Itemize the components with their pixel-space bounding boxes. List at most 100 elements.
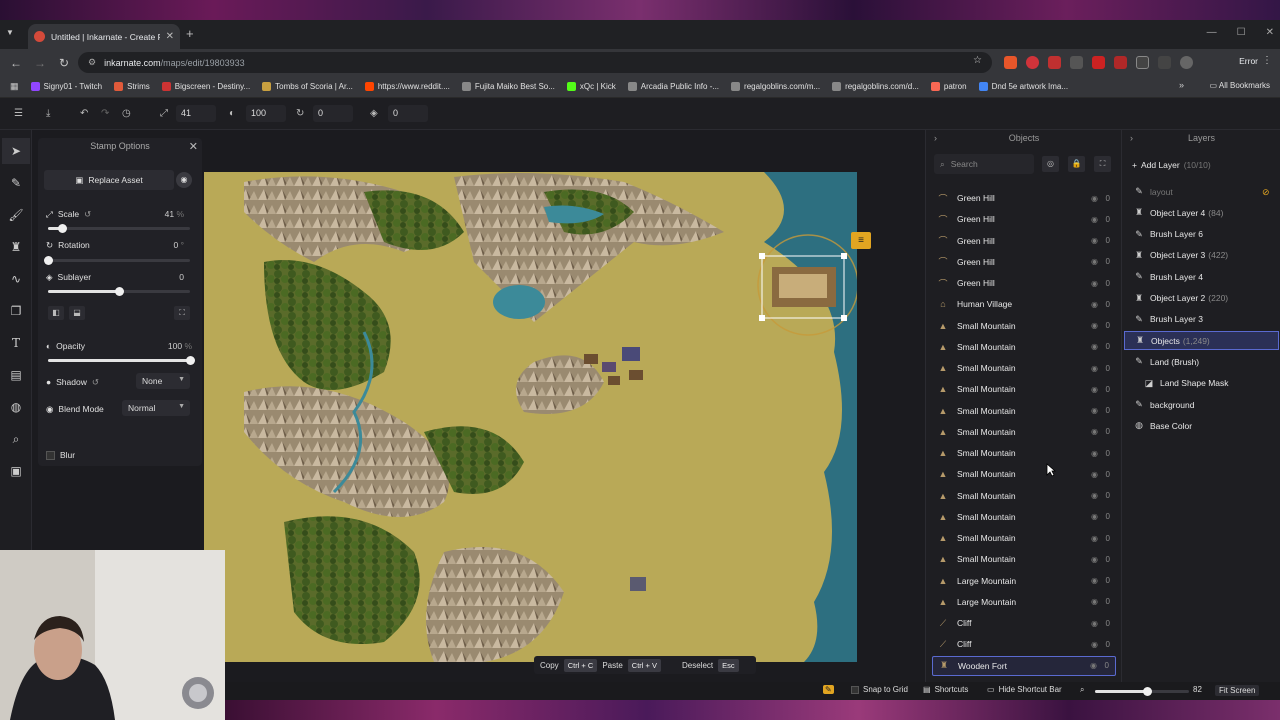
visibility-icon[interactable]: ◉: [1091, 321, 1098, 330]
object-row[interactable]: ▲ Small Mountain ◉ 0: [932, 507, 1116, 527]
bookmark-item[interactable]: Signy01 - Twitch: [30, 82, 102, 91]
object-row[interactable]: ▲ Small Mountain ◉ 0: [932, 422, 1116, 442]
visibility-icon[interactable]: ◉: [1091, 279, 1098, 288]
layer-row[interactable]: ♜ Objects (1,249): [1124, 331, 1279, 351]
object-row[interactable]: ▲ Small Mountain ◉ 0: [932, 486, 1116, 506]
layer-row[interactable]: ✎ layout: [1124, 182, 1279, 201]
object-row[interactable]: ♜ Wooden Fort ◉ 0: [932, 655, 1116, 676]
deselect-label[interactable]: Deselect: [682, 661, 713, 670]
visibility-icon[interactable]: ◉: [1091, 534, 1098, 543]
scale-slider-handle[interactable]: [58, 224, 68, 233]
forward-icon[interactable]: →: [28, 56, 52, 70]
fantasy-map[interactable]: [204, 172, 857, 662]
flip-horizontal-icon[interactable]: ◧: [48, 306, 64, 320]
object-row[interactable]: ▲ Small Mountain ◉ 0: [932, 528, 1116, 548]
bookmark-item[interactable]: Dnd 5e artwork Ima...: [978, 82, 1068, 91]
flip-vertical-icon[interactable]: ⬓: [69, 306, 85, 320]
object-row[interactable]: ⌒ Green Hill ◉ 0: [932, 273, 1116, 293]
object-row[interactable]: ▲ Small Mountain ◉ 0: [932, 401, 1116, 421]
extension-icon[interactable]: [1004, 56, 1017, 69]
globe-tool-icon[interactable]: ◍: [7, 398, 25, 416]
shadow-select[interactable]: None ▼: [136, 373, 190, 389]
object-row[interactable]: ▲ Small Mountain ◉ 0: [932, 464, 1116, 484]
snap-checkbox[interactable]: [851, 685, 859, 694]
rotation-slider[interactable]: [44, 256, 190, 265]
visibility-icon[interactable]: ◉: [1091, 215, 1098, 224]
hidden-layer-icon[interactable]: ⊘: [1262, 187, 1270, 198]
error-button[interactable]: Error: [1239, 56, 1258, 66]
visibility-icon[interactable]: ◉: [1091, 364, 1098, 373]
object-row[interactable]: ▲ Small Mountain ◉ 0: [932, 549, 1116, 569]
apps-grid-icon[interactable]: ▦: [10, 81, 19, 92]
replace-asset-button[interactable]: ▣ Replace Asset: [44, 170, 174, 190]
extension-icon[interactable]: [1048, 56, 1061, 69]
visibility-icon[interactable]: ◉: [1091, 449, 1098, 458]
crop-icon[interactable]: ⛶: [174, 306, 190, 320]
layer-row[interactable]: ✎ Brush Layer 4: [1124, 267, 1279, 286]
asset-picker-icon[interactable]: ◉: [176, 172, 192, 188]
layer-row[interactable]: ◍ Base Color: [1124, 416, 1279, 435]
visibility-icon[interactable]: ◉: [1091, 576, 1098, 585]
bookmark-item[interactable]: Fujita Maiko Best So...: [461, 82, 555, 91]
fit-screen-button[interactable]: Fit Screen: [1215, 685, 1260, 696]
layer-row[interactable]: ♜ Object Layer 2 (220): [1124, 289, 1279, 308]
layer-row[interactable]: ✎ Brush Layer 3: [1124, 310, 1279, 329]
zoom-slider[interactable]: [1095, 687, 1189, 696]
tab-search-icon[interactable]: ▼: [6, 28, 14, 37]
url-field[interactable]: ⚙ inkarnate.com/maps/edit/19803933 ☆: [78, 52, 992, 73]
minimize-icon[interactable]: —: [1207, 27, 1217, 38]
bookmark-item[interactable]: regalgoblins.com/d...: [832, 82, 919, 91]
object-row[interactable]: ▲ Small Mountain ◉ 0: [932, 337, 1116, 357]
object-row[interactable]: ⌒ Green Hill ◉ 0: [932, 188, 1116, 208]
lock-icon[interactable]: 🔒: [1068, 156, 1085, 172]
all-bookmarks-button[interactable]: ▭ All Bookmarks: [1210, 81, 1270, 90]
paint-tool-icon[interactable]: 🖌: [7, 206, 25, 224]
browser-menu-icon[interactable]: ⋮: [1262, 55, 1272, 66]
opacity-slider[interactable]: [48, 356, 195, 365]
rotation-value[interactable]: 0 °: [173, 240, 184, 250]
reset-scale-icon[interactable]: ↺: [84, 209, 91, 220]
opacity-value[interactable]: 100 %: [168, 341, 192, 351]
object-row[interactable]: ▲ Small Mountain ◉ 0: [932, 379, 1116, 399]
layer-row[interactable]: ♜ Object Layer 3 (422): [1124, 246, 1279, 265]
visibility-icon[interactable]: ◉: [1091, 555, 1098, 564]
magic-wand-icon[interactable]: ✎: [823, 685, 834, 694]
sublayer-slider[interactable]: [48, 287, 190, 296]
extension-icon[interactable]: [1114, 56, 1127, 69]
object-row[interactable]: ▲ Large Mountain ◉ 0: [932, 592, 1116, 612]
zoom-tool-icon[interactable]: ⌕: [7, 430, 25, 448]
tab-close-icon[interactable]: ✕: [166, 31, 174, 42]
visibility-icon[interactable]: ◉: [1091, 385, 1098, 394]
more-bookmarks-icon[interactable]: »: [1179, 80, 1184, 90]
reload-icon[interactable]: ↻: [52, 56, 76, 70]
blend-mode-select[interactable]: Normal ▼: [122, 400, 190, 416]
puzzle-icon[interactable]: [1136, 56, 1149, 69]
back-icon[interactable]: ←: [4, 56, 28, 70]
close-panel-icon[interactable]: ✕: [189, 140, 198, 153]
save-icon[interactable]: ▣: [7, 462, 25, 480]
stamp-tool-icon[interactable]: ♜: [7, 238, 25, 256]
visibility-icon[interactable]: ◉: [1091, 427, 1098, 436]
visibility-icon[interactable]: ◉: [1091, 597, 1098, 606]
sublayer-value[interactable]: 0: [179, 272, 184, 282]
brush-tool-icon[interactable]: ✎: [7, 174, 25, 192]
text-tool-icon[interactable]: T: [7, 334, 25, 352]
object-row[interactable]: ⟋ Cliff ◉ 0: [932, 634, 1116, 654]
copy-label[interactable]: Copy: [540, 661, 559, 670]
paste-label[interactable]: Paste: [602, 661, 622, 670]
hide-icon[interactable]: ◎: [1042, 156, 1059, 172]
object-row[interactable]: ▲ Small Mountain ◉ 0: [932, 316, 1116, 336]
history-icon[interactable]: ◷: [122, 108, 131, 119]
bookmark-item[interactable]: Strims: [114, 82, 150, 91]
bookmark-item[interactable]: regalgoblins.com/m...: [731, 82, 820, 91]
document-tool-icon[interactable]: ▤: [7, 366, 25, 384]
close-window-icon[interactable]: ✕: [1266, 27, 1274, 38]
blur-checkbox[interactable]: [46, 450, 55, 460]
object-row[interactable]: ⌒ Green Hill ◉ 0: [932, 231, 1116, 251]
extension-icon[interactable]: [1092, 56, 1105, 69]
path-tool-icon[interactable]: ∿: [7, 270, 25, 288]
select-all-icon[interactable]: ⛶: [1094, 156, 1111, 172]
bookmark-item[interactable]: xQc | Kick: [566, 82, 616, 91]
bookmark-star-icon[interactable]: ☆: [973, 55, 982, 66]
layer-row[interactable]: ✎ Brush Layer 6: [1124, 225, 1279, 244]
